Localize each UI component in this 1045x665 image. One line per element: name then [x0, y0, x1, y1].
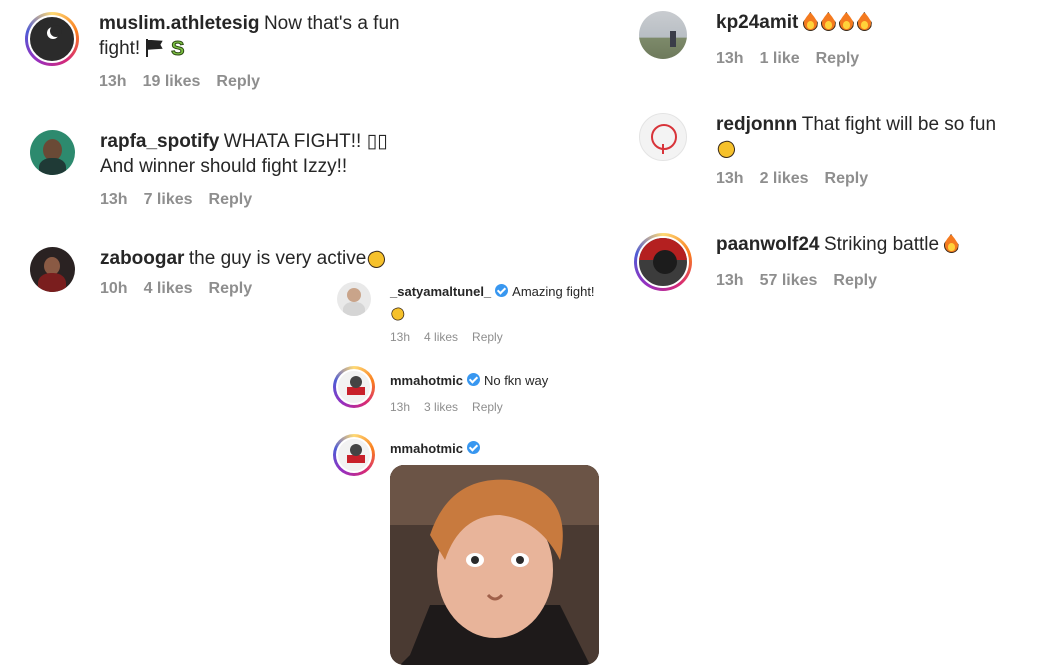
- comment-rapfa-spotify: rapfa_spotify WHATA FIGHT!! ▯▯ And winne…: [30, 130, 388, 209]
- likes-count[interactable]: 57 likes: [760, 272, 818, 290]
- fire-icon: [839, 12, 854, 31]
- likes-count[interactable]: 3 likes: [424, 400, 458, 414]
- reaction-gif-image: [390, 465, 599, 665]
- verified-badge-icon: [466, 373, 480, 386]
- fire-icon: [803, 12, 818, 31]
- reply-button[interactable]: Reply: [216, 73, 260, 91]
- timestamp: 13h: [99, 73, 127, 91]
- comment-text: fight!: [99, 37, 141, 59]
- reply-button[interactable]: Reply: [209, 191, 253, 209]
- timestamp: 13h: [100, 191, 128, 209]
- clapping-hands-icon: [366, 248, 386, 268]
- reply-satyamaltunel: _satyamaltunel_ Amazing fight! 13h 4 like…: [337, 282, 595, 344]
- avatar[interactable]: [639, 113, 687, 161]
- comment-text: Now that's a fun: [263, 13, 400, 34]
- verified-badge-icon: [495, 284, 509, 297]
- reply-button[interactable]: Reply: [209, 280, 253, 298]
- verified-badge-icon: [466, 441, 480, 454]
- timestamp: 13h: [716, 49, 744, 67]
- avatar[interactable]: [634, 233, 692, 291]
- reply-mmahotmic: mmahotmic No fkn way 13h 3 likes Reply: [333, 366, 548, 414]
- comment-zaboogar: zaboogar the guy is very active 10h 4 li…: [30, 247, 386, 298]
- likes-count[interactable]: 4 likes: [144, 280, 193, 298]
- reply-button[interactable]: Reply: [825, 170, 869, 188]
- fire-icon: [944, 234, 959, 253]
- comment-text: Striking battle: [823, 234, 940, 255]
- avatar[interactable]: [30, 130, 75, 175]
- comment-text: Amazing fight!: [512, 284, 595, 299]
- timestamp: 10h: [100, 279, 128, 297]
- avatar[interactable]: [30, 247, 75, 292]
- likes-count[interactable]: 4 likes: [424, 330, 458, 344]
- username[interactable]: _satyamaltunel_: [390, 284, 491, 299]
- avatar[interactable]: [337, 282, 371, 316]
- comment-muslim-athletesig: muslim.athletesig Now that's a fun fight…: [25, 12, 429, 91]
- comment-text: That fight will be so fun: [801, 114, 997, 135]
- snake-icon: [169, 36, 189, 62]
- avatar[interactable]: [333, 366, 375, 408]
- likes-count[interactable]: 1 like: [760, 50, 800, 68]
- username[interactable]: mmahotmic: [390, 373, 463, 388]
- comment-paanwolf24: paanwolf24 Striking battle 13h 57 likes …: [634, 233, 962, 291]
- reply-button[interactable]: Reply: [472, 330, 503, 344]
- clapping-hands-icon: [390, 305, 405, 320]
- comment-kp24amit: kp24amit 13h 1 like Reply: [639, 11, 875, 68]
- fire-icon: [821, 12, 836, 31]
- timestamp: 13h: [716, 170, 744, 188]
- comment-redjonnn: redjonnn That fight will be so fun 13h 2…: [639, 113, 1045, 188]
- reply-button[interactable]: Reply: [833, 272, 877, 290]
- username[interactable]: mmahotmic: [390, 441, 463, 456]
- comment-text: No fkn way: [483, 373, 549, 388]
- fire-icon: [857, 12, 872, 31]
- username[interactable]: kp24amit: [716, 12, 798, 33]
- timestamp: 13h: [716, 271, 744, 289]
- username[interactable]: rapfa_spotify: [100, 131, 219, 152]
- likes-count[interactable]: 2 likes: [760, 170, 809, 188]
- comment-text: And winner should fight Izzy!!: [100, 155, 348, 177]
- avatar[interactable]: [639, 11, 687, 59]
- username[interactable]: paanwolf24: [716, 234, 819, 255]
- likes-count[interactable]: 7 likes: [144, 191, 193, 209]
- avatar[interactable]: [333, 434, 375, 476]
- reply-button[interactable]: Reply: [816, 50, 860, 68]
- username[interactable]: redjonnn: [716, 114, 797, 135]
- avatar[interactable]: [25, 12, 79, 66]
- timestamp: 13h: [390, 399, 411, 414]
- comment-text: the guy is very active: [188, 248, 367, 269]
- smiley-logo-icon: [651, 124, 677, 150]
- gif-attachment[interactable]: [390, 465, 599, 665]
- reply-button[interactable]: Reply: [472, 400, 503, 414]
- timestamp: 13h: [390, 329, 411, 344]
- username[interactable]: zaboogar: [100, 248, 184, 269]
- pirate-flag-icon: [145, 38, 165, 57]
- likes-count[interactable]: 19 likes: [143, 73, 201, 91]
- username[interactable]: muslim.athletesig: [99, 13, 260, 34]
- comment-text: WHATA FIGHT!! ▯▯: [223, 131, 388, 152]
- clapping-hands-icon: [716, 138, 736, 158]
